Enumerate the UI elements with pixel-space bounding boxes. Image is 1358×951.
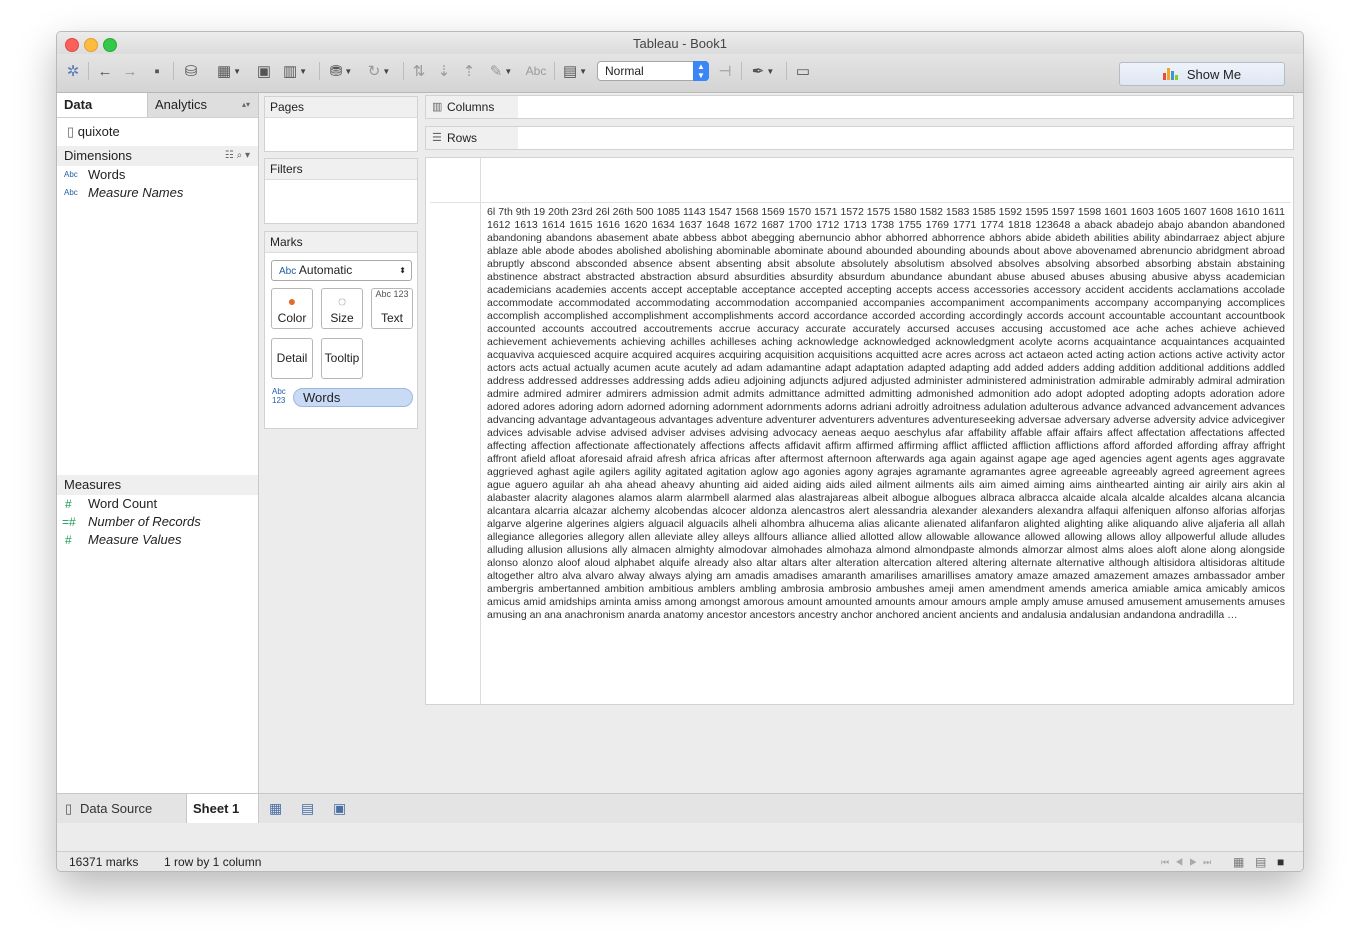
new-dashboard-icon[interactable]: ▤ xyxy=(301,794,314,823)
pane-menu-icon[interactable]: ▴▾ xyxy=(242,93,250,117)
data-pane: Data Analytics ▴▾ ▯ quixote Dimensions ☷… xyxy=(57,93,259,793)
title-bar: Tableau - Book1 xyxy=(57,32,1303,54)
field-measure-values[interactable]: # Measure Values xyxy=(57,531,258,549)
toolbar: ✲ ← → ▪ ⛁ ▦ ▼ ▣ ▥ ▼ ⛃ ▼ ↻ ▼ ⇅ ⇣ ⇡ ✎ ▼ Abc ▤ ▼ … xyxy=(57,54,1303,93)
app-window: Tableau - Book1 ✲ ← → ▪ ⛁ ▦ ▼ ▣ ▥ ▼ ⛃ ▼ ↻ ▼ … xyxy=(56,31,1304,872)
duplicate-sheet-icon[interactable]: ▣ xyxy=(253,61,275,81)
highlight-icon[interactable]: ✎ ▼ xyxy=(485,61,517,81)
text-icon: Abc 123 xyxy=(375,289,409,299)
sheet-navigation-icon[interactable]: ⏮◀▶⏭ xyxy=(1161,852,1217,871)
tab-analytics[interactable]: Analytics ▴▾ xyxy=(147,93,258,117)
text-mark-icon: Abc 123 xyxy=(272,387,286,405)
chevron-updown-icon: ▲ ▼ xyxy=(693,61,709,81)
color-icon: ● xyxy=(287,293,297,309)
sheet-tabs-bar: ▯ Data Source Sheet 1 ▦ ▤ ▣ xyxy=(57,793,1303,823)
database-icon: ▯ xyxy=(67,124,75,139)
sort-ascending-icon[interactable]: ⇣ xyxy=(434,61,454,81)
redo-icon[interactable]: → xyxy=(120,61,140,81)
color-button[interactable]: ● Color xyxy=(271,288,313,329)
fit-select[interactable]: Normal ▲ ▼ xyxy=(597,61,709,81)
tooltip-format-icon[interactable]: ✒ ▼ xyxy=(747,61,779,81)
automatic-mark-icon: Abc xyxy=(279,266,297,277)
tableau-logo-icon[interactable]: ✲ xyxy=(63,61,83,81)
window-title: Tableau - Book1 xyxy=(633,36,727,51)
text-button[interactable]: Abc 123 Text xyxy=(371,288,413,329)
presentation-mode-icon[interactable]: ▭ xyxy=(793,61,813,81)
measures-header: Measures xyxy=(57,475,258,495)
show-filmstrip-icon[interactable]: ▦ xyxy=(1233,852,1244,871)
show-me-button[interactable]: Show Me xyxy=(1119,62,1285,86)
word-list-text: 6l 7th 9th 19 20th 23rd 26l 26th 500 108… xyxy=(487,206,1285,621)
viz-canvas[interactable]: 6l 7th 9th 19 20th 23rd 26l 26th 500 108… xyxy=(425,157,1294,705)
rows-shelf[interactable]: ☰ Rows xyxy=(425,126,1294,150)
marks-card: Marks Abc Automatic ⬍ ● Color ◌ Size Abc… xyxy=(264,231,418,429)
size-icon: ◌ xyxy=(337,293,347,309)
data-source-tab[interactable]: ▯ Data Source xyxy=(57,794,187,823)
swap-rows-columns-icon[interactable]: ⇅ xyxy=(409,61,429,81)
mark-type-select[interactable]: Abc Automatic ⬍ xyxy=(271,260,412,281)
chevron-updown-icon: ⬍ xyxy=(399,266,406,275)
dimensions-header: Dimensions ☷ ⌕ ▾ xyxy=(57,146,258,166)
new-worksheet-icon[interactable]: ▦ ▼ xyxy=(213,61,245,81)
calculated-number-icon: =# xyxy=(62,515,76,529)
clear-sheet-icon[interactable]: ▥ ▼ xyxy=(279,61,311,81)
detail-button[interactable]: Detail xyxy=(271,338,313,379)
string-type-icon: Abc xyxy=(64,170,78,179)
field-number-of-records[interactable]: =# Number of Records xyxy=(57,513,258,531)
string-type-icon: Abc xyxy=(64,188,78,197)
new-data-source-icon[interactable]: ⛁ xyxy=(180,61,202,81)
show-labels-icon[interactable]: Abc xyxy=(523,61,549,81)
chart-type-icon[interactable]: ▤ ▼ xyxy=(559,61,591,81)
undo-icon[interactable]: ← xyxy=(95,61,115,81)
sort-descending-icon[interactable]: ⇡ xyxy=(459,61,479,81)
zoom-window-button[interactable] xyxy=(103,38,117,52)
pause-updates-icon[interactable]: ⛃ ▼ xyxy=(325,61,357,81)
minimize-window-button[interactable] xyxy=(84,38,98,52)
pages-card[interactable]: Pages xyxy=(264,96,418,152)
number-type-icon: # xyxy=(65,497,72,511)
new-story-icon[interactable]: ▣ xyxy=(333,794,346,823)
field-measure-names[interactable]: Abc Measure Names xyxy=(57,184,258,202)
bar-chart-icon xyxy=(1162,68,1179,80)
filters-card[interactable]: Filters xyxy=(264,158,418,224)
size-button[interactable]: ◌ Size xyxy=(321,288,363,329)
field-word-count[interactable]: # Word Count xyxy=(57,495,258,513)
search-icon[interactable]: ☷ ⌕ ▾ xyxy=(225,146,250,166)
columns-shelf[interactable]: ▥ Columns xyxy=(425,95,1294,119)
datasource-item[interactable]: ▯ quixote xyxy=(57,118,258,146)
sheet-1-tab[interactable]: Sheet 1 xyxy=(187,794,259,823)
cards-column: Pages Filters Marks Abc Automatic ⬍ ● Co… xyxy=(259,93,423,793)
new-worksheet-icon[interactable]: ▦ xyxy=(269,794,282,823)
show-sheet-sorter-icon[interactable]: ▤ xyxy=(1255,852,1266,871)
status-bar: 16371 marks 1 row by 1 column ⏮◀▶⏭ ▦ ▤ ■ xyxy=(57,851,1303,871)
columns-icon: ▥ xyxy=(432,101,443,113)
tooltip-button[interactable]: Tooltip xyxy=(321,338,363,379)
refresh-icon[interactable]: ↻ ▼ xyxy=(363,61,395,81)
close-window-button[interactable] xyxy=(65,38,79,52)
database-icon: ▯ xyxy=(65,801,73,816)
field-words[interactable]: Abc Words xyxy=(57,166,258,184)
words-pill[interactable]: Words xyxy=(293,388,413,407)
number-type-icon: # xyxy=(65,533,72,547)
save-icon[interactable]: ▪ xyxy=(147,61,167,81)
rows-icon: ☰ xyxy=(432,132,442,144)
show-tabs-icon[interactable]: ■ xyxy=(1277,852,1284,871)
tab-data[interactable]: Data xyxy=(57,93,147,117)
fix-axes-icon[interactable]: ⊣ xyxy=(715,61,735,81)
